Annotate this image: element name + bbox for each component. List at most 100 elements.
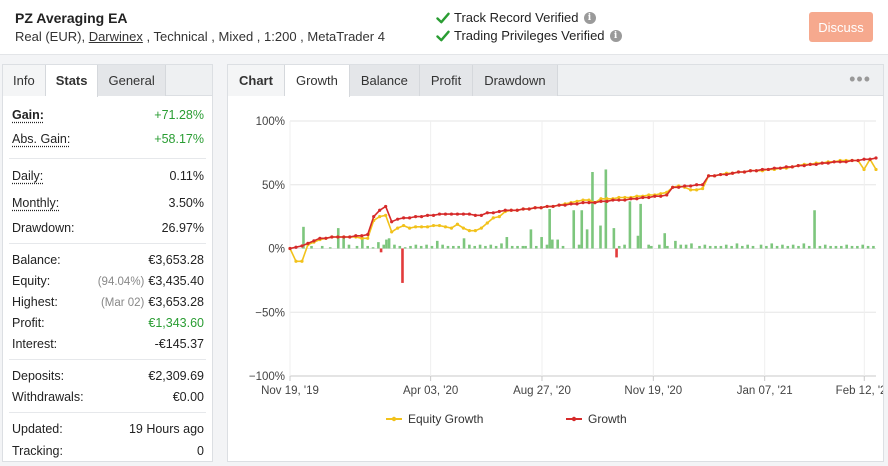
profit-bar [666, 245, 669, 249]
profit-bar [446, 245, 450, 249]
y-tick-label: 100% [256, 116, 285, 128]
profit-bar [320, 245, 324, 249]
profit-bar [628, 201, 632, 249]
profit-bar [615, 248, 618, 258]
equity-growth-point [407, 226, 412, 230]
profit-bar [813, 210, 816, 249]
profit-bar [751, 245, 755, 249]
growth-point [336, 235, 340, 239]
profit-bar [866, 245, 870, 249]
stat-tracking: Tracking: 0 [3, 441, 212, 461]
profit-bar [401, 248, 404, 283]
profit-bar [393, 244, 396, 249]
profit-bar [551, 239, 554, 249]
profit-bar [435, 240, 439, 249]
y-tick-label: −50% [255, 307, 285, 319]
equity-growth-point [449, 226, 454, 230]
equity-growth-point [384, 213, 388, 217]
broker-link[interactable]: Darwinex [89, 29, 143, 44]
stat-monthly: Monthly: 3.50% [3, 193, 212, 213]
y-tick-label: 0% [268, 244, 285, 256]
profit-bar [425, 244, 428, 249]
profit-bar [684, 244, 688, 249]
divider [9, 243, 206, 244]
stat-highest: Highest: (Mar 02) €3,653.28 [3, 292, 212, 312]
stat-tracking-value: 0 [197, 444, 204, 458]
y-tick-label: −100% [249, 371, 285, 383]
growth-point [366, 232, 370, 237]
profit-bar [663, 233, 667, 249]
stat-withdrawals-value: €0.00 [172, 390, 204, 404]
tab-drawdown[interactable]: Drawdown [473, 65, 558, 96]
more-options-icon[interactable]: ••• [849, 69, 871, 90]
discuss-button[interactable]: Discuss [809, 12, 873, 42]
growth-point [754, 169, 759, 173]
tab-general[interactable]: General [98, 65, 166, 96]
legend-growth: Growth [588, 412, 627, 426]
chart-tab-bar: Chart Growth Balance Profit Drawdown [228, 65, 883, 97]
stat-gain-label[interactable]: Gain: [12, 108, 44, 122]
growth-point [372, 215, 376, 219]
growth-point [778, 166, 782, 170]
profit-bar [457, 245, 460, 249]
growth-point [856, 158, 860, 163]
legend-swatch-point [391, 416, 397, 422]
profit-bar [617, 245, 621, 249]
growth-point [557, 203, 561, 207]
divider [9, 412, 206, 413]
growth-point [342, 235, 346, 239]
profit-bar [604, 169, 608, 249]
stat-balance-value: €3,653.28 [148, 253, 204, 267]
growth-point [635, 197, 639, 201]
tab-balance[interactable]: Balance [349, 65, 420, 96]
chart-panel: Chart Growth Balance Profit Drawdown •••… [227, 64, 884, 462]
equity-growth-point [700, 186, 705, 191]
profit-bar [494, 245, 498, 249]
growth-point [575, 202, 579, 206]
profit-bar [759, 244, 763, 249]
stat-drawdown: Drawdown: 26.97% [3, 218, 212, 238]
tab-profit[interactable]: Profit [419, 65, 474, 96]
info-icon[interactable]: i [583, 11, 596, 24]
system-name: PZ Averaging EA [15, 10, 128, 26]
profit-bar [561, 245, 565, 249]
profit-bar [834, 245, 838, 249]
divider [9, 158, 206, 159]
equity-growth-point [437, 223, 442, 228]
x-tick-label: Aug 27, '20 [513, 385, 571, 397]
info-icon[interactable]: i [609, 29, 622, 42]
growth-point [838, 160, 842, 164]
profit-bar [468, 244, 471, 249]
growth-point [587, 201, 591, 205]
growth-point [689, 184, 693, 188]
tab-stats[interactable]: Stats [45, 65, 99, 97]
stat-equity: Equity: (94.04%) €3,435.40 [3, 271, 212, 291]
stat-daily-value: 0.11% [169, 169, 204, 183]
growth-point [479, 213, 483, 217]
growth-point [569, 202, 573, 206]
equity-growth-point [390, 230, 394, 234]
profit-bar [765, 245, 768, 249]
stat-daily-label[interactable]: Daily: [12, 169, 43, 183]
growth-point [611, 198, 615, 202]
growth-point [826, 161, 830, 165]
growth-point [808, 162, 812, 166]
profit-bar [505, 237, 509, 249]
stat-monthly-label[interactable]: Monthly: [12, 196, 59, 210]
profit-bar [829, 245, 832, 249]
growth-point [533, 206, 537, 210]
profit-bar [387, 238, 391, 249]
stat-highest-value: (Mar 02) €3,653.28 [101, 295, 204, 309]
profit-bar [545, 244, 549, 249]
growth-point [868, 157, 872, 161]
profit-bar [690, 243, 693, 249]
tab-info[interactable]: Info [3, 65, 46, 96]
profit-bar [580, 210, 584, 249]
stat-interest-label: Interest: [12, 337, 58, 351]
stat-equity-note: (94.04%) [97, 276, 145, 288]
stat-abs-gain-label[interactable]: Abs. Gain: [12, 132, 70, 146]
tab-growth[interactable]: Growth [284, 65, 350, 97]
profit-bar [347, 244, 351, 249]
growth-point [306, 241, 310, 245]
growth-point [563, 203, 567, 207]
